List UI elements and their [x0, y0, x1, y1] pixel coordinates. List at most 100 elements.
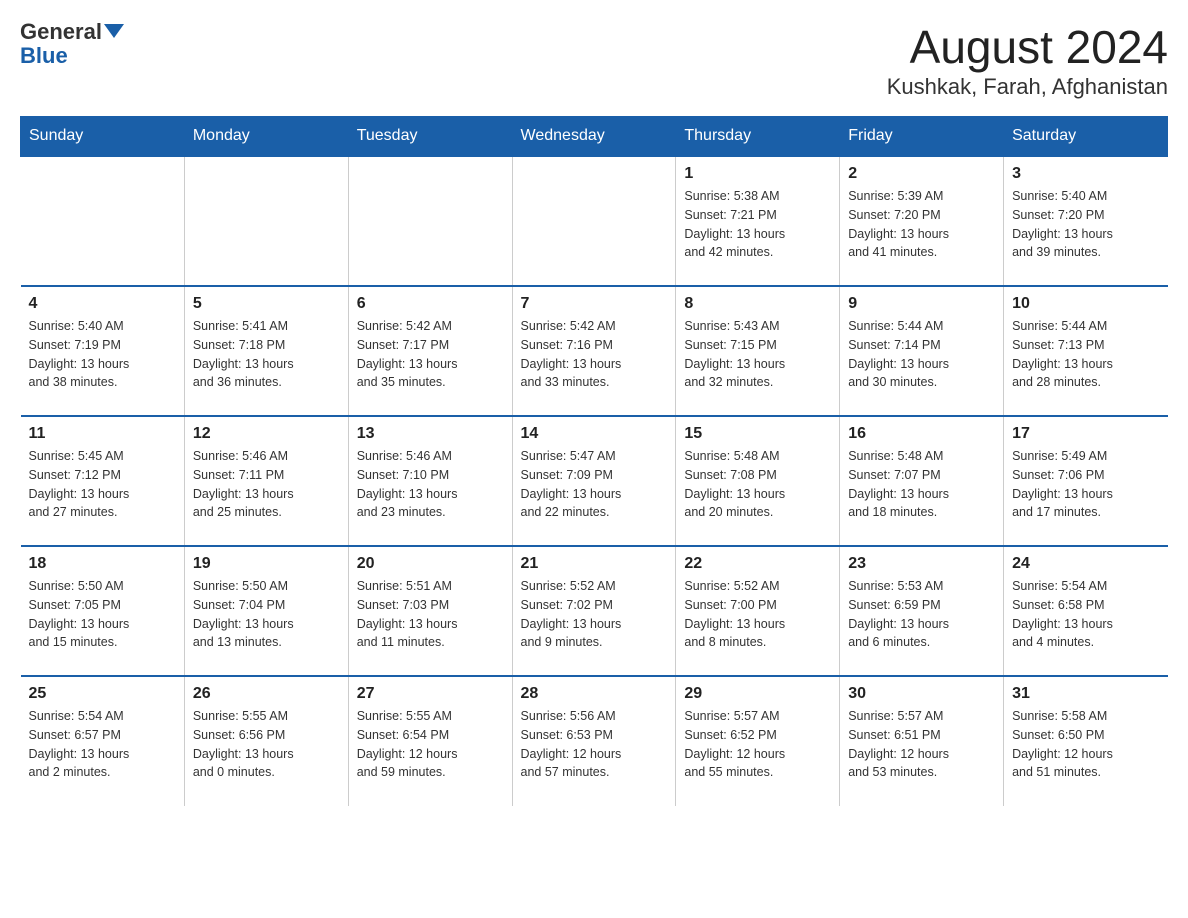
day-number: 11 — [29, 425, 176, 443]
page-title: August 2024 — [887, 20, 1168, 74]
day-info: Sunrise: 5:46 AM Sunset: 7:11 PM Dayligh… — [193, 447, 340, 522]
calendar-cell: 31 Sunrise: 5:58 AM Sunset: 6:50 PM Dayli… — [1004, 676, 1168, 806]
calendar-cell: 18 Sunrise: 5:50 AM Sunset: 7:05 PM Dayli… — [21, 546, 185, 676]
day-number: 7 — [521, 295, 668, 313]
day-number: 21 — [521, 555, 668, 573]
calendar-cell: 27 Sunrise: 5:55 AM Sunset: 6:54 PM Dayli… — [348, 676, 512, 806]
header-thursday: Thursday — [676, 117, 840, 157]
week-row-1: 1Sunrise: 5:38 AM Sunset: 7:21 PM Daylig… — [21, 156, 1168, 286]
day-info: Sunrise: 5:41 AM Sunset: 7:18 PM Dayligh… — [193, 317, 340, 392]
calendar-header-row: SundayMondayTuesdayWednesdayThursdayFrid… — [21, 117, 1168, 157]
day-number: 30 — [848, 685, 995, 703]
day-info: Sunrise: 5:50 AM Sunset: 7:05 PM Dayligh… — [29, 577, 176, 652]
day-info: Sunrise: 5:52 AM Sunset: 7:00 PM Dayligh… — [684, 577, 831, 652]
calendar-cell: 6Sunrise: 5:42 AM Sunset: 7:17 PM Daylig… — [348, 286, 512, 416]
calendar-cell: 3Sunrise: 5:40 AM Sunset: 7:20 PM Daylig… — [1004, 156, 1168, 286]
calendar-cell: 10Sunrise: 5:44 AM Sunset: 7:13 PM Dayli… — [1004, 286, 1168, 416]
day-number: 17 — [1012, 425, 1159, 443]
day-number: 29 — [684, 685, 831, 703]
day-info: Sunrise: 5:54 AM Sunset: 6:58 PM Dayligh… — [1012, 577, 1159, 652]
day-number: 14 — [521, 425, 668, 443]
title-block: August 2024 Kushkak, Farah, Afghanistan — [887, 20, 1168, 100]
day-info: Sunrise: 5:40 AM Sunset: 7:19 PM Dayligh… — [29, 317, 176, 392]
day-number: 20 — [357, 555, 504, 573]
calendar-cell: 13 Sunrise: 5:46 AM Sunset: 7:10 PM Dayli… — [348, 416, 512, 546]
header-saturday: Saturday — [1004, 117, 1168, 157]
calendar-cell: 11 Sunrise: 5:45 AM Sunset: 7:12 PM Dayli… — [21, 416, 185, 546]
calendar-cell — [184, 156, 348, 286]
day-info: Sunrise: 5:54 AM Sunset: 6:57 PM Dayligh… — [29, 707, 176, 782]
header-sunday: Sunday — [21, 117, 185, 157]
day-number: 10 — [1012, 295, 1159, 313]
calendar-cell — [348, 156, 512, 286]
calendar-cell: 4 Sunrise: 5:40 AM Sunset: 7:19 PM Daylig… — [21, 286, 185, 416]
calendar-cell — [512, 156, 676, 286]
day-number: 18 — [29, 555, 176, 573]
day-number: 2 — [848, 165, 995, 183]
day-number: 13 — [357, 425, 504, 443]
day-info: Sunrise: 5:50 AM Sunset: 7:04 PM Dayligh… — [193, 577, 340, 652]
day-info: Sunrise: 5:42 AM Sunset: 7:16 PM Dayligh… — [521, 317, 668, 392]
calendar-cell: 1Sunrise: 5:38 AM Sunset: 7:21 PM Daylig… — [676, 156, 840, 286]
page-header: General Blue August 2024 Kushkak, Farah,… — [20, 20, 1168, 100]
day-number: 26 — [193, 685, 340, 703]
day-number: 1 — [684, 165, 831, 183]
day-number: 25 — [29, 685, 176, 703]
header-monday: Monday — [184, 117, 348, 157]
day-info: Sunrise: 5:45 AM Sunset: 7:12 PM Dayligh… — [29, 447, 176, 522]
day-number: 23 — [848, 555, 995, 573]
day-number: 8 — [684, 295, 831, 313]
day-number: 6 — [357, 295, 504, 313]
day-number: 5 — [193, 295, 340, 313]
calendar-cell: 30 Sunrise: 5:57 AM Sunset: 6:51 PM Dayli… — [840, 676, 1004, 806]
week-row-4: 18 Sunrise: 5:50 AM Sunset: 7:05 PM Dayli… — [21, 546, 1168, 676]
day-info: Sunrise: 5:48 AM Sunset: 7:08 PM Dayligh… — [684, 447, 831, 522]
calendar-cell: 21Sunrise: 5:52 AM Sunset: 7:02 PM Dayli… — [512, 546, 676, 676]
day-number: 16 — [848, 425, 995, 443]
day-number: 9 — [848, 295, 995, 313]
calendar-cell: 2Sunrise: 5:39 AM Sunset: 7:20 PM Daylig… — [840, 156, 1004, 286]
day-info: Sunrise: 5:55 AM Sunset: 6:54 PM Dayligh… — [357, 707, 504, 782]
logo-blue-text: Blue — [20, 44, 124, 68]
day-number: 12 — [193, 425, 340, 443]
day-info: Sunrise: 5:58 AM Sunset: 6:50 PM Dayligh… — [1012, 707, 1159, 782]
day-info: Sunrise: 5:53 AM Sunset: 6:59 PM Dayligh… — [848, 577, 995, 652]
week-row-3: 11 Sunrise: 5:45 AM Sunset: 7:12 PM Dayli… — [21, 416, 1168, 546]
day-info: Sunrise: 5:43 AM Sunset: 7:15 PM Dayligh… — [684, 317, 831, 392]
calendar-cell: 12 Sunrise: 5:46 AM Sunset: 7:11 PM Dayli… — [184, 416, 348, 546]
day-info: Sunrise: 5:48 AM Sunset: 7:07 PM Dayligh… — [848, 447, 995, 522]
calendar-table: SundayMondayTuesdayWednesdayThursdayFrid… — [20, 116, 1168, 806]
week-row-2: 4 Sunrise: 5:40 AM Sunset: 7:19 PM Daylig… — [21, 286, 1168, 416]
calendar-cell: 22Sunrise: 5:52 AM Sunset: 7:00 PM Dayli… — [676, 546, 840, 676]
day-info: Sunrise: 5:57 AM Sunset: 6:51 PM Dayligh… — [848, 707, 995, 782]
day-info: Sunrise: 5:46 AM Sunset: 7:10 PM Dayligh… — [357, 447, 504, 522]
logo-triangle-icon — [104, 24, 124, 38]
day-info: Sunrise: 5:44 AM Sunset: 7:14 PM Dayligh… — [848, 317, 995, 392]
header-tuesday: Tuesday — [348, 117, 512, 157]
day-info: Sunrise: 5:47 AM Sunset: 7:09 PM Dayligh… — [521, 447, 668, 522]
calendar-cell: 7 Sunrise: 5:42 AM Sunset: 7:16 PM Daylig… — [512, 286, 676, 416]
day-number: 15 — [684, 425, 831, 443]
day-info: Sunrise: 5:49 AM Sunset: 7:06 PM Dayligh… — [1012, 447, 1159, 522]
page-subtitle: Kushkak, Farah, Afghanistan — [887, 74, 1168, 100]
day-info: Sunrise: 5:51 AM Sunset: 7:03 PM Dayligh… — [357, 577, 504, 652]
calendar-cell: 29 Sunrise: 5:57 AM Sunset: 6:52 PM Dayli… — [676, 676, 840, 806]
calendar-cell: 20 Sunrise: 5:51 AM Sunset: 7:03 PM Dayli… — [348, 546, 512, 676]
logo-general-text: General — [20, 19, 102, 44]
day-info: Sunrise: 5:55 AM Sunset: 6:56 PM Dayligh… — [193, 707, 340, 782]
day-info: Sunrise: 5:57 AM Sunset: 6:52 PM Dayligh… — [684, 707, 831, 782]
calendar-cell — [21, 156, 185, 286]
day-number: 4 — [29, 295, 176, 313]
calendar-cell: 24Sunrise: 5:54 AM Sunset: 6:58 PM Dayli… — [1004, 546, 1168, 676]
week-row-5: 25 Sunrise: 5:54 AM Sunset: 6:57 PM Dayli… — [21, 676, 1168, 806]
calendar-cell: 26 Sunrise: 5:55 AM Sunset: 6:56 PM Dayli… — [184, 676, 348, 806]
day-number: 31 — [1012, 685, 1159, 703]
day-info: Sunrise: 5:56 AM Sunset: 6:53 PM Dayligh… — [521, 707, 668, 782]
calendar-cell: 14 Sunrise: 5:47 AM Sunset: 7:09 PM Dayli… — [512, 416, 676, 546]
header-friday: Friday — [840, 117, 1004, 157]
calendar-cell: 8 Sunrise: 5:43 AM Sunset: 7:15 PM Daylig… — [676, 286, 840, 416]
day-number: 27 — [357, 685, 504, 703]
calendar-cell: 15 Sunrise: 5:48 AM Sunset: 7:08 PM Dayli… — [676, 416, 840, 546]
calendar-cell: 23 Sunrise: 5:53 AM Sunset: 6:59 PM Dayli… — [840, 546, 1004, 676]
calendar-cell: 17 Sunrise: 5:49 AM Sunset: 7:06 PM Dayli… — [1004, 416, 1168, 546]
